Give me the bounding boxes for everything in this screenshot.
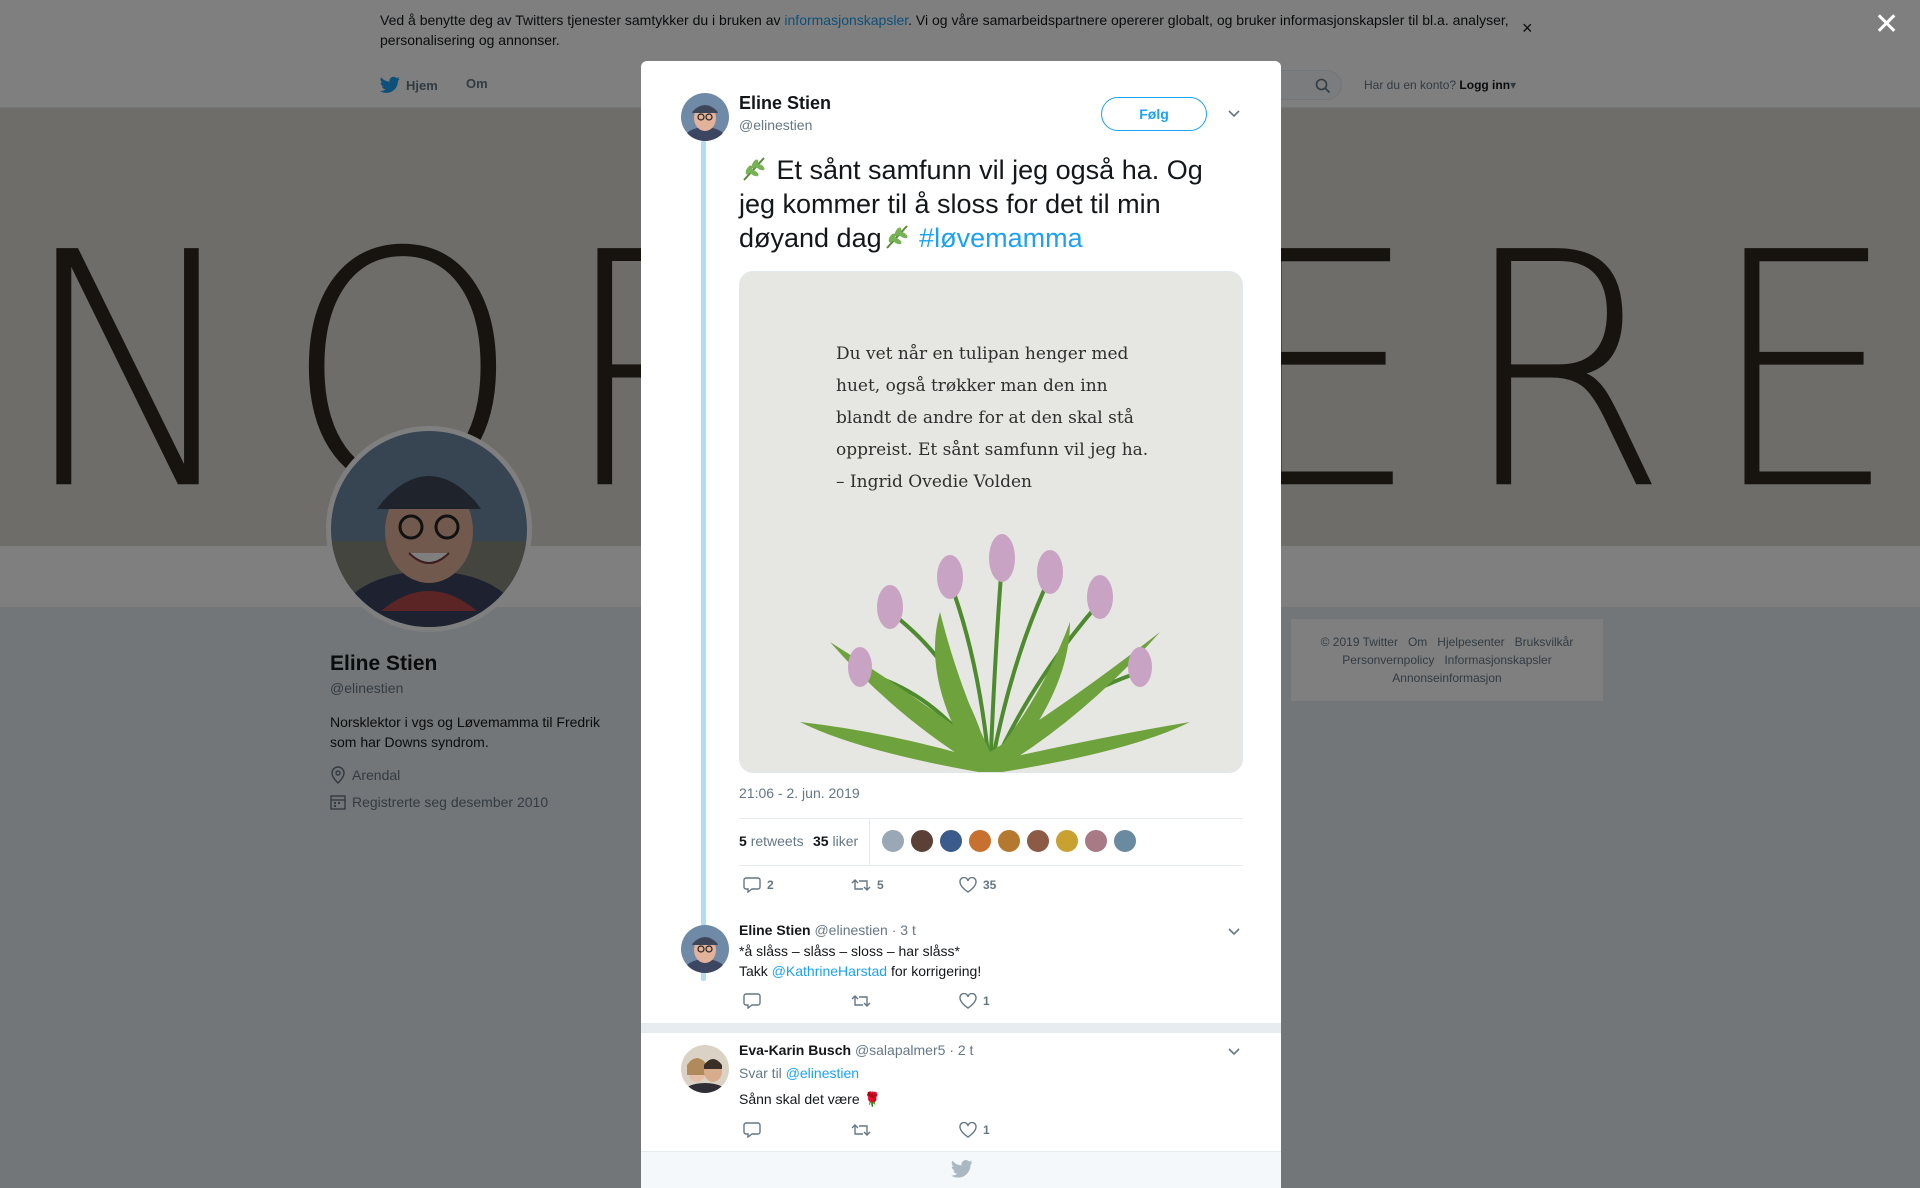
quote-line: huet, også trøkker man den inn bbox=[836, 376, 1108, 396]
quote-line: – Ingrid Ovedie Volden bbox=[836, 472, 1032, 492]
quote-line: Du vet når en tulipan henger med bbox=[836, 344, 1129, 364]
tweet-timestamp[interactable]: 21:06 - 2. jun. 2019 bbox=[739, 785, 860, 801]
reply-to: Svar til @elinestien bbox=[739, 1065, 859, 1081]
tweet-modal: Eline Stien @elinestien Følg Et sånt sam… bbox=[641, 61, 1281, 1188]
like-label: liker bbox=[832, 833, 859, 849]
reply-button[interactable] bbox=[743, 993, 793, 1009]
hashtag-link[interactable]: #løvemamma bbox=[919, 223, 1083, 253]
like-button[interactable]: 1 bbox=[959, 1122, 1009, 1138]
tweet-author-name[interactable]: Eline Stien bbox=[739, 93, 831, 114]
liker-avatar[interactable] bbox=[881, 829, 905, 853]
tulip-bouquet-illustration bbox=[800, 534, 1190, 772]
reply-time[interactable]: · 2 t bbox=[949, 1042, 973, 1058]
reply-actions: 1 bbox=[743, 1122, 1039, 1138]
follow-button[interactable]: Følg bbox=[1101, 97, 1207, 131]
reply-header: Eva-Karin Busch @salapalmer5 · 2 t bbox=[739, 1042, 973, 1058]
tweet-text: Et sånt samfunn vil jeg også ha. Og jeg … bbox=[739, 153, 1239, 255]
reply-button[interactable] bbox=[743, 1122, 793, 1138]
chevron-down-icon[interactable] bbox=[1227, 927, 1241, 937]
reply-separator bbox=[641, 1023, 1281, 1033]
retweet-button[interactable] bbox=[851, 1122, 901, 1138]
reply-time[interactable]: · 3 t bbox=[892, 922, 916, 938]
stats-divider bbox=[869, 819, 870, 866]
retweet-stat[interactable]: 5 retweets bbox=[739, 833, 804, 849]
reply-text: Sånn skal det være 🌹 bbox=[739, 1091, 881, 1107]
modal-footer bbox=[641, 1151, 1281, 1188]
reply-count: 2 bbox=[767, 878, 774, 892]
reply-author-avatar[interactable] bbox=[681, 1045, 729, 1093]
reply-author-handle[interactable]: @salapalmer5 bbox=[855, 1042, 945, 1058]
like-button[interactable]: 1 bbox=[959, 993, 1009, 1009]
like-button[interactable]: 35 bbox=[959, 877, 1009, 893]
like-action-count: 35 bbox=[983, 878, 997, 892]
tweet-author-avatar[interactable] bbox=[681, 93, 729, 141]
image-quote: Du vet når en tulipan henger med huet, o… bbox=[836, 338, 1176, 498]
reply-header: Eline Stien @elinestien · 3 t bbox=[739, 922, 916, 938]
reply-actions: 1 bbox=[743, 993, 1039, 1009]
liker-avatar[interactable] bbox=[939, 829, 963, 853]
retweet-button[interactable]: 5 bbox=[851, 877, 901, 893]
liker-avatar[interactable] bbox=[1055, 829, 1079, 853]
retweet-count: 5 bbox=[739, 833, 747, 849]
reply-author-handle[interactable]: @elinestien bbox=[814, 922, 887, 938]
reply-to-label: Svar til bbox=[739, 1065, 786, 1081]
liker-avatar[interactable] bbox=[1026, 829, 1050, 853]
retweet-icon bbox=[851, 879, 871, 891]
chevron-down-icon[interactable] bbox=[1227, 109, 1241, 119]
herb-emoji-icon bbox=[885, 225, 908, 249]
heart-icon bbox=[959, 993, 977, 1009]
retweet-icon bbox=[851, 1124, 871, 1136]
reply-icon bbox=[743, 1122, 761, 1138]
reply-author-name[interactable]: Eline Stien bbox=[739, 922, 811, 938]
reply-text-line: *å slåss – slåss – sloss – har slåss* bbox=[739, 943, 960, 959]
tweet-author-handle[interactable]: @elinestien bbox=[739, 117, 812, 133]
heart-icon bbox=[959, 877, 977, 893]
liker-avatars bbox=[881, 829, 1137, 853]
retweet-button[interactable] bbox=[851, 993, 901, 1009]
tweet-media-image[interactable]: Du vet når en tulipan henger med huet, o… bbox=[739, 271, 1243, 773]
quote-line: oppreist. Et sånt samfunn vil jeg ha. bbox=[836, 440, 1149, 460]
reply-button[interactable]: 2 bbox=[743, 877, 793, 893]
liker-avatar[interactable] bbox=[910, 829, 934, 853]
liker-avatar[interactable] bbox=[997, 829, 1021, 853]
mention-link[interactable]: @KathrineHarstad bbox=[772, 963, 887, 979]
reply-text-end: for korrigering! bbox=[887, 963, 982, 979]
reply-icon bbox=[743, 993, 761, 1009]
reply-text-start: Takk bbox=[739, 963, 772, 979]
tweet-actions: 2 5 35 bbox=[743, 877, 1039, 893]
retweet-label: retweets bbox=[750, 833, 804, 849]
liker-avatar[interactable] bbox=[968, 829, 992, 853]
liker-avatar[interactable] bbox=[1084, 829, 1108, 853]
reply-icon bbox=[743, 877, 761, 893]
like-count: 1 bbox=[983, 994, 990, 1008]
retweet-action-count: 5 bbox=[877, 878, 884, 892]
herb-emoji-icon bbox=[743, 157, 765, 181]
retweet-icon bbox=[851, 995, 871, 1007]
reply-author-avatar[interactable] bbox=[681, 925, 729, 973]
like-count: 1 bbox=[983, 1123, 990, 1137]
like-count: 35 bbox=[813, 833, 829, 849]
reply-author-name[interactable]: Eva-Karin Busch bbox=[739, 1042, 851, 1058]
thread-line bbox=[701, 141, 706, 981]
reply-text-line: Takk @KathrineHarstad for korrigering! bbox=[739, 961, 981, 981]
quote-line: blandt de andre for at den skal stå bbox=[836, 408, 1134, 428]
overlay-close-icon[interactable]: ✕ bbox=[1874, 10, 1899, 40]
like-stat[interactable]: 35 liker bbox=[813, 833, 858, 849]
reply-to-link[interactable]: @elinestien bbox=[786, 1065, 859, 1081]
reply-text: *å slåss – slåss – sloss – har slåss* Ta… bbox=[739, 941, 981, 981]
twitter-bird-icon bbox=[951, 1160, 973, 1178]
liker-avatar[interactable] bbox=[1113, 829, 1137, 853]
tweet-stats: 5 retweets 35 liker bbox=[739, 818, 1243, 866]
chevron-down-icon[interactable] bbox=[1227, 1047, 1241, 1057]
heart-icon bbox=[959, 1122, 977, 1138]
